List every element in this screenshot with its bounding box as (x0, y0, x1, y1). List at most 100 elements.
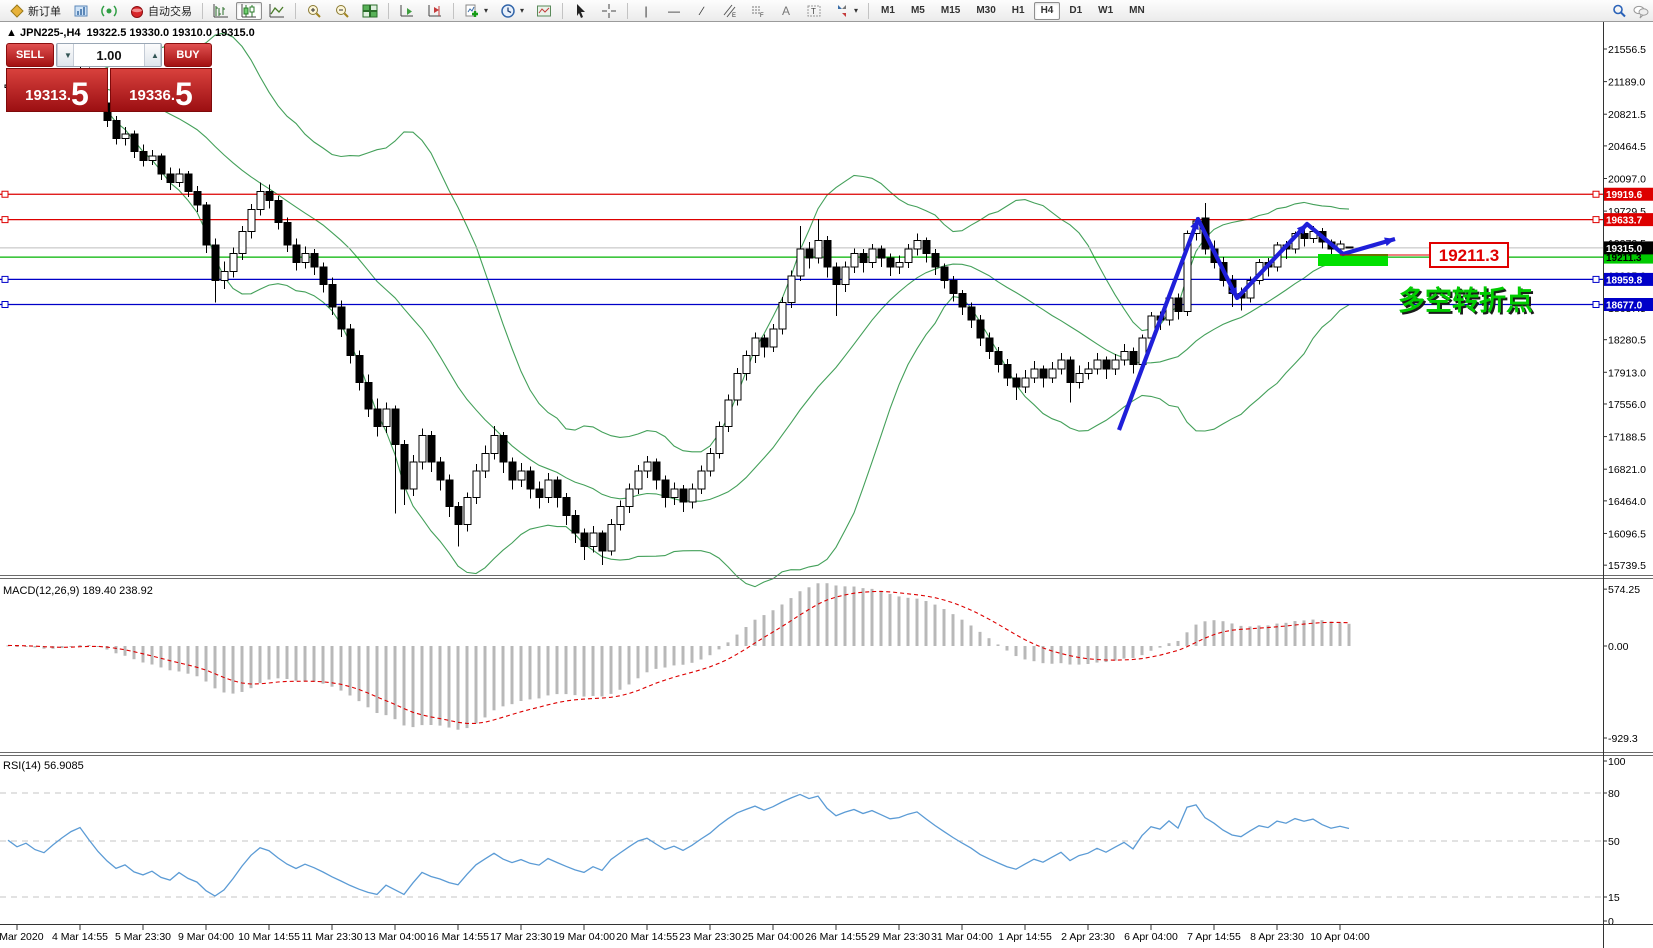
line-handle[interactable] (1592, 190, 1600, 198)
periods-button[interactable]: ▾ (495, 2, 529, 20)
rsi-indicator (0, 792, 1603, 898)
timeframe-w1[interactable]: W1 (1091, 2, 1120, 20)
bar-chart-icon (213, 3, 228, 17)
time-axis-label: 26 Mar 14:55 (805, 931, 867, 943)
timeframe-h1[interactable]: H1 (1005, 2, 1032, 20)
fibonacci-icon: F (752, 6, 764, 19)
signals-button[interactable] (96, 2, 122, 20)
auto-trading-button[interactable]: 自动交易 (124, 2, 197, 20)
toolbar-separator (388, 2, 389, 19)
time-axis-label: 10 Mar 14:55 (238, 931, 300, 943)
timeframe-m5[interactable]: M5 (904, 2, 932, 20)
bid-price-chip-text: 19315.0 (1606, 244, 1643, 255)
search-icon[interactable] (1611, 3, 1627, 19)
new-order-label: 新订单 (28, 5, 61, 18)
chart-shift-button[interactable] (422, 2, 448, 20)
line-price-chip-text: 19633.7 (1606, 216, 1643, 227)
time-axis-label: 4 Mar 14:55 (52, 931, 108, 943)
timeframe-m15[interactable]: M15 (934, 2, 967, 20)
line-handle[interactable] (1, 190, 9, 198)
time-axis-label: 9 Mar 04:00 (178, 931, 234, 943)
line-handle[interactable] (1592, 301, 1600, 309)
zoom-in-button[interactable] (301, 2, 327, 20)
timeframe-m30[interactable]: M30 (969, 2, 1002, 20)
fibonacci-tool[interactable]: F (745, 2, 771, 20)
toolbar-separator (868, 2, 870, 19)
zoom-in-icon (308, 4, 321, 18)
crosshair-tool-button[interactable] (596, 2, 622, 20)
zigzag-arrows[interactable] (1117, 216, 1396, 431)
templates-button[interactable] (531, 2, 557, 20)
line-handle[interactable] (1592, 275, 1600, 283)
line-handle[interactable] (1, 216, 9, 224)
charts-window-button[interactable] (68, 2, 94, 20)
main-toolbar: 新订单 自动交易 ▾ ▾ | — ∕ E F A T ▾ M1 M5 M15 M… (0, 0, 1653, 22)
cursor-icon (577, 3, 586, 18)
trendline-tool[interactable]: ∕ (689, 2, 715, 20)
toolbar-separator (202, 2, 203, 19)
line-chart-icon (269, 3, 284, 17)
horizontal-line-tool[interactable]: — (661, 2, 687, 20)
price-tick: 17913.0 (1608, 367, 1646, 379)
timeframe-d1[interactable]: D1 (1062, 2, 1089, 20)
auto-scroll-icon (400, 4, 413, 16)
cursor-tool-button[interactable] (568, 2, 594, 20)
auto-scroll-button[interactable] (394, 2, 420, 20)
price-tick: 20821.5 (1608, 109, 1646, 121)
time-axis-label: 6 Apr 04:00 (1124, 931, 1178, 943)
buy-price-display[interactable]: 19336. 5 (110, 68, 212, 112)
support-zone-box[interactable] (1318, 254, 1388, 266)
time-axis-label: 29 Mar 23:30 (868, 931, 930, 943)
time-axis-label: 20 Mar 14:55 (616, 931, 678, 943)
chart-window-icon (74, 5, 88, 16)
price-callout-text: 19211.3 (1439, 246, 1500, 265)
lot-increase-button[interactable]: ▲ (144, 44, 161, 66)
line-handle[interactable] (1, 275, 9, 283)
lot-decrease-button[interactable]: ▼ (57, 44, 74, 66)
buy-button[interactable]: BUY (164, 43, 212, 67)
rsi-tick: 50 (1608, 836, 1620, 848)
channel-icon: E (723, 4, 736, 19)
channel-tool[interactable]: E (717, 2, 743, 20)
candlestick-mode-button[interactable] (236, 1, 262, 20)
tile-windows-button[interactable] (357, 2, 383, 20)
line-chart-mode-button[interactable] (264, 2, 290, 20)
bar-chart-mode-button[interactable] (208, 2, 234, 20)
toolbar-right-icons (1611, 3, 1649, 19)
time-axis-label: 3 Mar 2020 (0, 931, 44, 943)
add-indicator-button[interactable]: ▾ (459, 2, 493, 20)
mt4-terminal: 新订单 自动交易 ▾ ▾ | — ∕ E F A T ▾ M1 M5 M15 M… (0, 0, 1653, 948)
tile-windows-icon (362, 4, 378, 17)
text-label-tool[interactable]: T (801, 2, 827, 20)
horizontal-line-icon: — (668, 3, 681, 18)
vertical-line-tool[interactable]: | (633, 2, 659, 20)
sell-price-pip: 5 (71, 76, 89, 112)
line-handle[interactable] (1592, 216, 1600, 224)
candlestick-icon (241, 3, 256, 17)
svg-text:F: F (760, 13, 764, 19)
lot-size-input[interactable] (74, 44, 144, 66)
toolbar-separator (453, 2, 454, 19)
timeframe-mn[interactable]: MN (1122, 2, 1152, 20)
note-text[interactable]: 多空转折点 (1398, 285, 1533, 316)
new-order-button[interactable]: 新订单 (4, 2, 66, 20)
text-tool[interactable]: A (773, 2, 799, 20)
zoom-out-button[interactable] (329, 2, 355, 20)
chart-title: JPN225-,H4 19322.5 19330.0 19310.0 19315.… (20, 27, 255, 39)
time-axis-label: 19 Mar 04:00 (553, 931, 615, 943)
chart-annotations[interactable]: 19211.3多空转折点多空转折点 (1117, 216, 1535, 431)
chat-icon[interactable] (1633, 3, 1649, 19)
time-axis-label: 5 Mar 23:30 (115, 931, 171, 943)
time-axis-label: 23 Mar 23:30 (679, 931, 741, 943)
chart-area[interactable]: 19211.3多空转折点多空转折点 21556.521189.020821.52… (0, 22, 1653, 948)
vertical-line-icon: | (644, 3, 648, 18)
timeframe-h4[interactable]: H4 (1033, 1, 1061, 20)
time-axis-label: 10 Apr 04:00 (1310, 931, 1370, 943)
arrows-tool[interactable]: ▾ (829, 2, 863, 20)
sell-button[interactable]: SELL (6, 43, 54, 67)
sell-price-display[interactable]: 19313. 5 (6, 68, 108, 112)
chart-collapse-arrow[interactable]: ▲ (6, 27, 17, 39)
timeframe-m1[interactable]: M1 (874, 2, 902, 20)
trendline-icon: ∕ (701, 3, 704, 18)
line-handle[interactable] (1, 301, 9, 309)
